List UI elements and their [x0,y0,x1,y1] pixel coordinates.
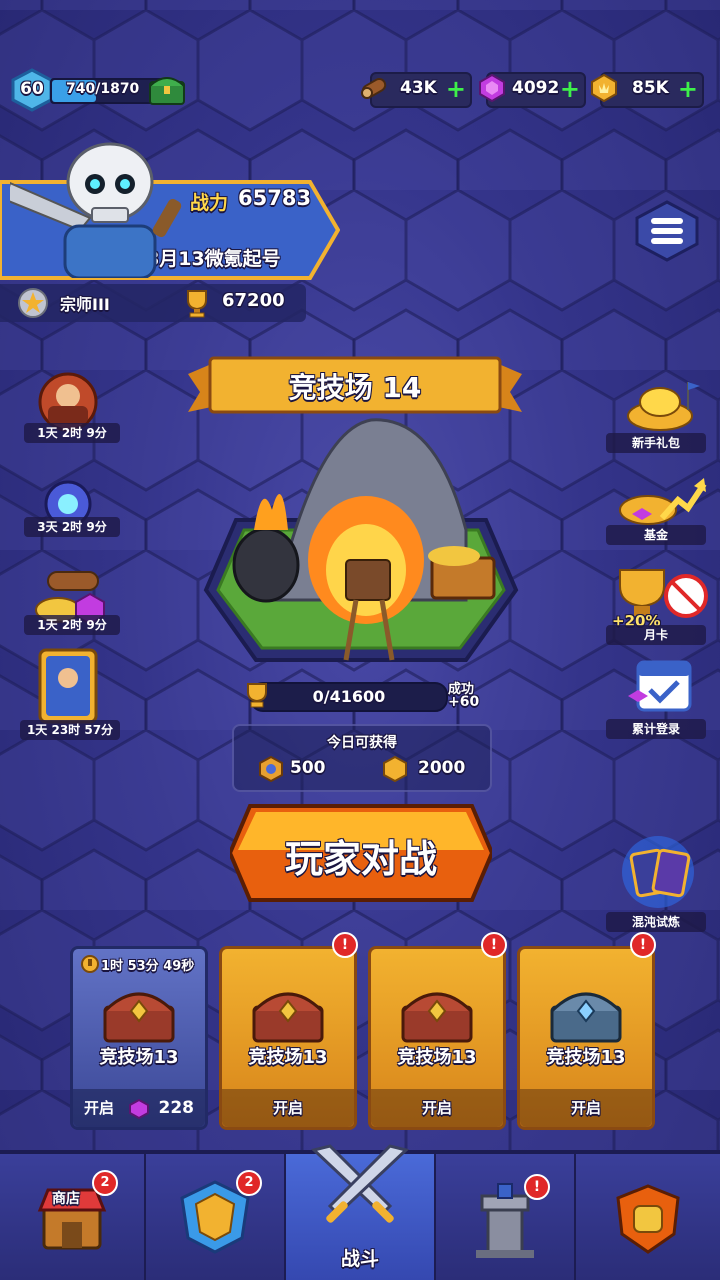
tower-alert-icon: ! [524,1174,550,1200]
rank-row[interactable]: 宗师III 67200 [0,284,306,322]
today-medals: 500 [290,758,326,778]
chest-cost: 228 [158,1098,194,1118]
chest-timer: 1时 53分 49秒 [101,959,195,974]
chest-slot-0[interactable]: 1时 53分 49秒 竞技场13 开启 228 [70,946,208,1130]
chest-alert-icon: ! [481,932,507,958]
arena-chest-icon [252,992,324,1043]
chest-open-label: 开启 [222,1089,354,1127]
chest-alert-icon: ! [332,932,358,958]
right-event-label: 混沌试炼 [606,912,706,932]
chest-alert-icon: ! [630,932,656,958]
shop-badge: 2 [92,1170,118,1196]
trophy-icon [187,290,207,318]
right-event-chaos-trial[interactable]: 混沌试炼 [606,834,706,934]
right-event-monthly-card[interactable]: +20% 月卡 [606,562,708,647]
today-gold: 2000 [418,758,466,778]
chest-open-label: 开启 [520,1089,652,1127]
arena-title: 竞技场 14 [288,371,422,404]
wood-icon [360,74,388,102]
level-badge[interactable]: 60 [10,68,54,112]
add-gem-button[interactable]: + [560,76,580,102]
chest-label: 竞技场13 [546,1047,626,1068]
arena-title-banner: 竞技场 14 [188,356,522,418]
guild-fist-icon [616,1184,680,1254]
right-event-label: 新手礼包 [606,433,706,453]
pvp-battle-button[interactable]: 玩家对战 [227,804,495,902]
chest-label: 竞技场13 [99,1047,179,1068]
arena-progress: 0/41600 [250,682,448,712]
lock-timer-icon [81,955,99,973]
progress-trophy-icon [247,683,267,708]
gem-value: 4092 [512,78,560,98]
left-event-2[interactable]: 1天 2时 9分 [18,566,120,651]
chest-gem-icon [129,1098,150,1119]
left-event-timer: 1天 23时 57分 [20,720,120,740]
power-value: 65783 [238,186,312,210]
chest-open-label: 开启 [371,1089,503,1127]
power-label: 战力 [190,192,229,214]
heroes-badge: 2 [236,1170,262,1196]
today-rewards-panel: 今日可获得 500 2000 [232,724,492,792]
nav-tab-guild[interactable] [576,1154,720,1280]
right-event-label: 基金 [606,525,706,545]
skeleton-avatar[interactable] [4,138,190,280]
left-event-timer: 1天 2时 9分 [24,423,120,443]
rank-medal-icon [18,288,48,318]
crossed-swords-icon [310,1144,410,1223]
left-event-3[interactable]: 1天 23时 57分 [18,646,120,742]
shop-label: 商店 [52,1191,80,1207]
arena-chest-icon [401,992,473,1043]
gem-icon [478,73,506,103]
gold-icon [590,73,618,103]
arena-scene[interactable] [196,410,526,670]
chest-slot-3[interactable]: 竞技场13 开启 [517,946,655,1130]
steel-chest-icon [550,992,622,1043]
calendar-icon [628,660,692,712]
chest-label: 竞技场13 [397,1047,477,1068]
fund-growth-icon [619,478,707,525]
level-value: 60 [20,79,44,99]
chest-open-row: 开启 228 [73,1089,205,1127]
left-event-timer: 1天 2时 9分 [24,615,120,635]
rank-name: 宗师III [60,295,110,314]
pvp-battle-label: 玩家对战 [284,837,437,881]
win-bonus: +60 [448,694,480,710]
gold-pile-icon [627,382,700,431]
nav-tab-shop[interactable]: 商店 2 [0,1154,146,1280]
right-event-label: 累计登录 [606,719,706,739]
arena-progress-text: 0/41600 [312,687,386,706]
trophy-count: 67200 [222,290,285,311]
nav-tab-heroes[interactable]: 2 [146,1154,286,1280]
today-gold-icon [383,756,407,782]
nav-tab-battle[interactable]: 战斗 [286,1144,436,1280]
add-gold-button[interactable]: + [678,76,698,102]
left-event-1[interactable]: 3天 2时 9分 [18,470,120,555]
chest-open-label: 开启 [84,1099,115,1117]
add-wood-button[interactable]: + [446,76,466,102]
left-event-timer: 3天 2时 9分 [24,517,120,537]
wood-value: 43K [400,78,437,98]
chest-slot-2[interactable]: 竞技场13 开启 [368,946,506,1130]
battle-tab-label: 战斗 [340,1248,379,1270]
xp-chest-icon[interactable] [147,72,187,106]
medal-icon [259,756,283,782]
right-event-label: 月卡 [606,625,706,645]
today-label: 今日可获得 [327,735,397,751]
hero-card-event-icon [38,648,98,724]
xp-text: 740/1870 [66,81,140,97]
arena-chest-icon [103,992,175,1043]
right-event-login[interactable]: 累计登录 [606,656,706,741]
gold-value: 85K [632,78,669,98]
menu-button[interactable] [634,200,700,262]
chaos-cards-icon [622,836,694,908]
chest-slot-1[interactable]: 竞技场13 开启 [219,946,357,1130]
right-event-fund[interactable]: 基金 [606,468,707,553]
nav-tab-tower[interactable]: ! [436,1154,576,1280]
chest-label: 竞技场13 [248,1047,328,1068]
right-event-gift-pack[interactable]: 新手礼包 [606,372,706,457]
left-event-0[interactable]: 1天 2时 9分 [18,372,120,457]
